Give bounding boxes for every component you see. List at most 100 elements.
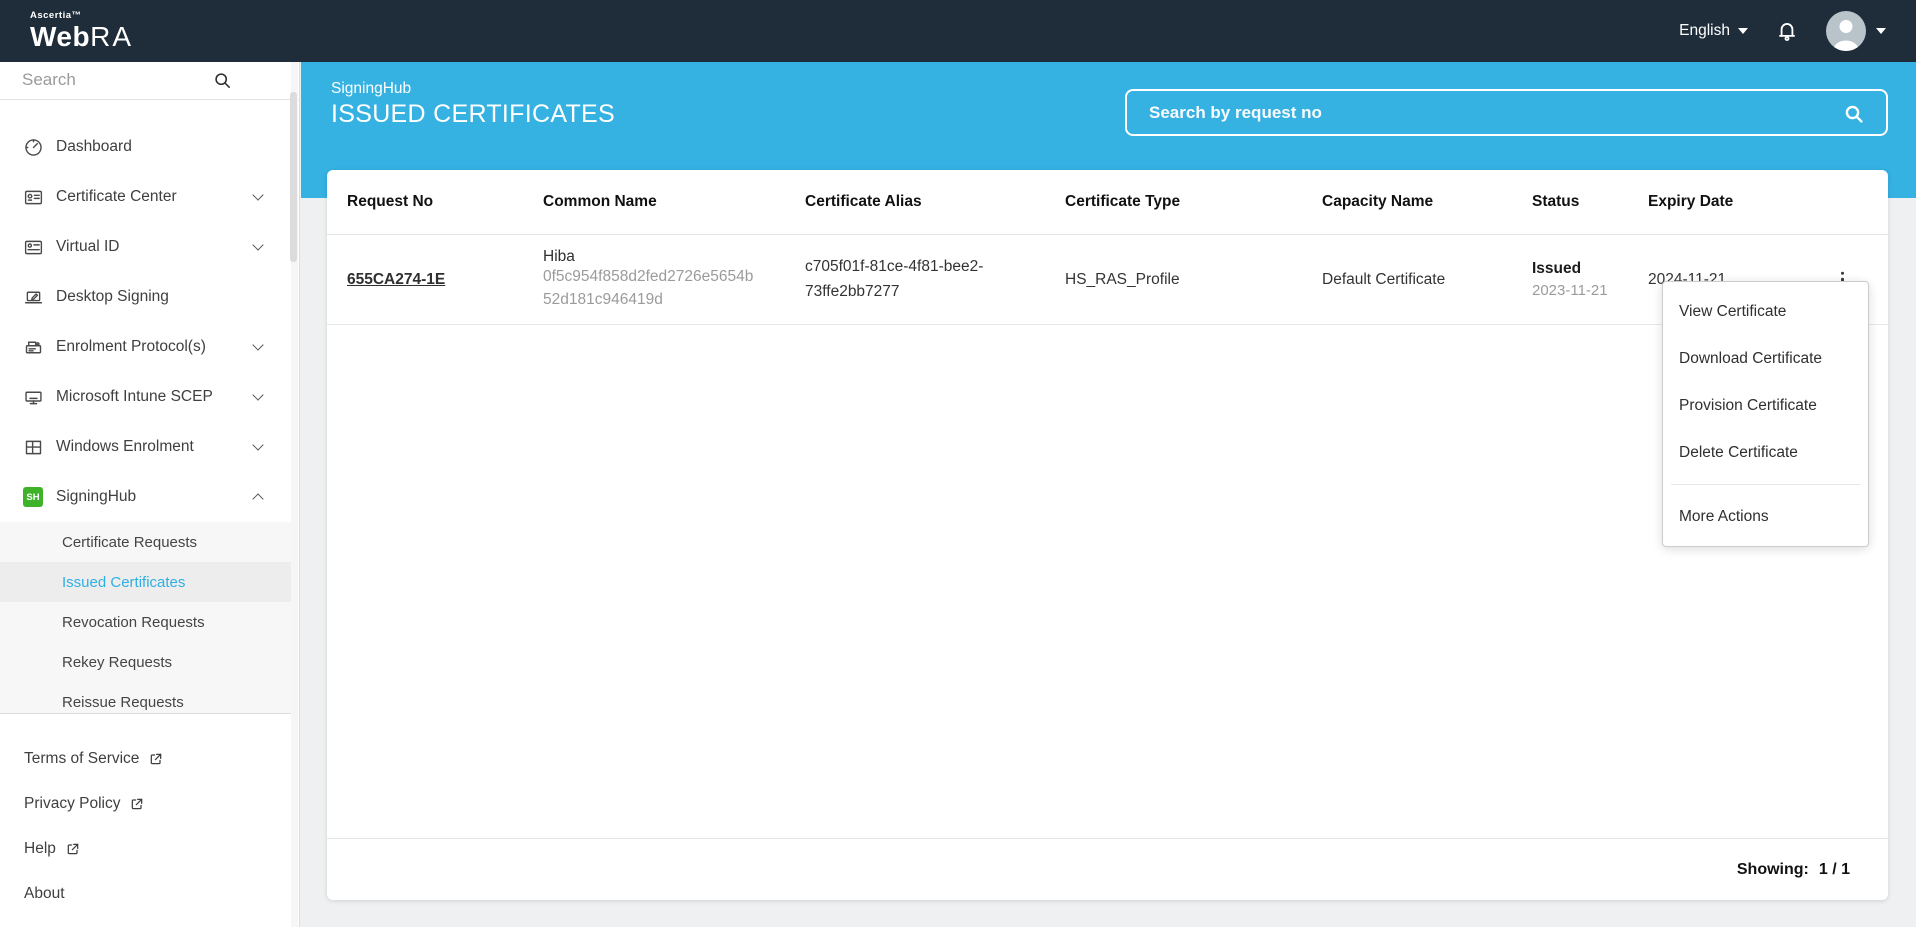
table-row: 655CA274-1E Hiba 0f5c954f858d2fed2726e56… — [327, 235, 1888, 325]
certificate-center-icon — [22, 187, 44, 208]
column-header-expiry-date: Expiry Date — [1648, 193, 1734, 210]
sidebar-item-label: Virtual ID — [56, 238, 120, 255]
language-label: English — [1679, 22, 1730, 39]
page-title: ISSUED CERTIFICATES — [331, 100, 615, 128]
submenu-item-rekey-requests[interactable]: Rekey Requests — [0, 642, 292, 682]
showing-value: 1 / 1 — [1818, 860, 1850, 878]
chevron-down-icon — [252, 339, 264, 351]
language-selector[interactable]: English — [1679, 22, 1748, 40]
column-header-capacity-name: Capacity Name — [1322, 193, 1434, 210]
sidebar-item-signinghub[interactable]: SH SigningHub — [0, 472, 292, 522]
desktop-signing-icon — [22, 287, 44, 308]
user-menu[interactable] — [1826, 11, 1886, 51]
sidebar-item-windows-enrolment[interactable]: Windows Enrolment — [0, 422, 292, 472]
column-header-status: Status — [1532, 193, 1580, 210]
avatar — [1826, 11, 1866, 51]
sidebar-item-microsoft-intune-scep[interactable]: Microsoft Intune SCEP — [0, 372, 292, 422]
search-icon[interactable] — [1842, 102, 1866, 126]
external-link-icon — [132, 798, 143, 809]
issued-certificates-table-card: Request No Common Name Certificate Alias… — [327, 170, 1888, 900]
menu-item-more-actions[interactable]: More Actions — [1663, 493, 1868, 540]
footer-link-label: Privacy Policy — [24, 794, 121, 812]
signinghub-submenu: Certificate Requests Issued Certificates… — [0, 522, 292, 713]
submenu-item-reissue-requests[interactable]: Reissue Requests — [0, 682, 292, 713]
brand-web: Web — [30, 20, 91, 52]
sidebar-search-input[interactable] — [22, 64, 212, 96]
certificate-alias-cell: c705f01f-81ce-4f81-bee2-73ffe2bb7277 — [805, 258, 984, 300]
brand-ra: RA — [90, 20, 134, 52]
sidebar-item-certificate-center[interactable]: Certificate Center — [0, 172, 292, 222]
sidebar-item-label: Certificate Center — [56, 188, 177, 205]
column-header-common-name: Common Name — [543, 193, 657, 210]
status-date: 2023-11-21 — [1532, 282, 1608, 299]
windows-enrolment-icon — [22, 437, 44, 458]
submenu-item-certificate-requests[interactable]: Certificate Requests — [0, 522, 292, 562]
column-header-request-no: Request No — [347, 193, 434, 210]
menu-item-download-certificate[interactable]: Download Certificate — [1663, 335, 1868, 382]
sidebar-footer: Terms of Service Privacy Policy Help Abo… — [0, 713, 292, 916]
brand-logo: Ascertia™ WebRA — [0, 11, 133, 51]
sidebar-item-label: Microsoft Intune SCEP — [56, 388, 213, 405]
showing-label: Showing: — [1736, 860, 1809, 878]
menu-item-view-certificate[interactable]: View Certificate — [1663, 288, 1868, 335]
menu-item-provision-certificate[interactable]: Provision Certificate — [1663, 382, 1868, 429]
menu-divider — [1671, 484, 1860, 485]
virtual-id-icon — [22, 237, 44, 258]
sidebar-scrollbar-thumb[interactable] — [290, 92, 297, 262]
request-search-input[interactable] — [1149, 93, 1809, 132]
sidebar-item-desktop-signing[interactable]: Desktop Signing — [0, 272, 292, 322]
submenu-item-revocation-requests[interactable]: Revocation Requests — [0, 602, 292, 642]
brand-company: Ascertia™ — [30, 10, 82, 22]
submenu-label: Issued Certificates — [62, 573, 186, 591]
chevron-down-icon — [252, 439, 264, 451]
sidebar-search — [0, 62, 299, 100]
intune-scep-icon — [22, 387, 44, 408]
notifications-bell-icon[interactable] — [1774, 18, 1800, 44]
sidebar-item-label: Enrolment Protocol(s) — [56, 338, 206, 355]
search-icon[interactable] — [212, 70, 233, 91]
top-navbar: Ascertia™ WebRA English — [0, 0, 1916, 62]
request-search — [1125, 89, 1888, 136]
sidebar-scrollbar[interactable] — [290, 62, 298, 927]
dashboard-icon — [22, 137, 44, 158]
submenu-label: Certificate Requests — [62, 533, 198, 551]
column-header-certificate-alias: Certificate Alias — [805, 193, 922, 210]
chevron-up-icon — [252, 493, 264, 505]
request-no-link[interactable]: 655CA274-1E — [347, 271, 445, 288]
external-link-icon — [151, 753, 162, 764]
footer-link-label: About — [24, 884, 65, 902]
sidebar-item-enrolment-protocols[interactable]: Enrolment Protocol(s) — [0, 322, 292, 372]
chevron-down-icon — [252, 389, 264, 401]
submenu-label: Reissue Requests — [62, 693, 184, 711]
status-cell: Issued 2023-11-21 — [1512, 260, 1628, 299]
capacity-name-cell: Default Certificate — [1322, 270, 1446, 288]
certificate-type-cell: HS_RAS_Profile — [1065, 270, 1180, 288]
sidebar-item-dashboard[interactable]: Dashboard — [0, 122, 292, 172]
column-header-certificate-type: Certificate Type — [1065, 193, 1181, 210]
status-badge: Issued — [1532, 260, 1582, 277]
common-name-cell: Hiba 0f5c954f858d2fed2726e5654b52d181c94… — [523, 248, 785, 311]
sidebar-item-label: Windows Enrolment — [56, 438, 194, 455]
footer-link-label: Help — [24, 839, 56, 857]
help-link[interactable]: Help — [0, 826, 292, 871]
submenu-item-issued-certificates[interactable]: Issued Certificates — [0, 562, 292, 602]
common-name: Hiba — [543, 248, 575, 266]
submenu-label: Rekey Requests — [62, 653, 173, 671]
chevron-down-icon — [1738, 28, 1748, 34]
external-link-icon — [67, 843, 79, 854]
submenu-label: Revocation Requests — [62, 613, 205, 631]
about-link[interactable]: About — [0, 871, 292, 916]
menu-item-delete-certificate[interactable]: Delete Certificate — [1663, 429, 1868, 476]
sidebar-item-virtual-id[interactable]: Virtual ID — [0, 222, 292, 272]
privacy-policy-link[interactable]: Privacy Policy — [0, 781, 292, 826]
sidebar: Dashboard Certificate Center Virtual ID — [0, 62, 300, 927]
sidebar-nav: Dashboard Certificate Center Virtual ID — [0, 100, 292, 713]
sidebar-item-label: SigningHub — [56, 488, 137, 505]
terms-of-service-link[interactable]: Terms of Service — [0, 736, 292, 781]
common-name-id: 0f5c954f858d2fed2726e5654b52d181c946419d — [543, 268, 754, 308]
chevron-down-icon — [252, 189, 264, 201]
enrolment-protocols-icon — [22, 337, 44, 358]
table-footer: Showing: 1 / 1 — [327, 838, 1888, 900]
chevron-down-icon — [252, 239, 264, 251]
row-actions-menu: View Certificate Download Certificate Pr… — [1662, 281, 1869, 547]
